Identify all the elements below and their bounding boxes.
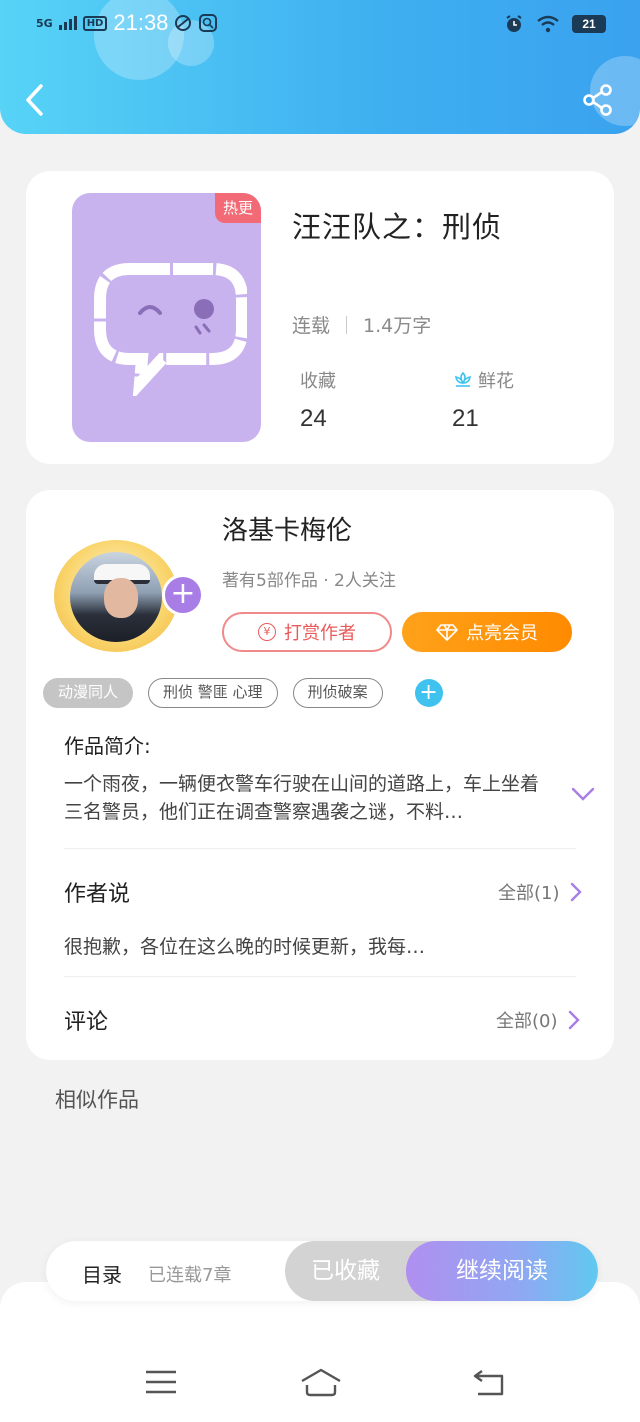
comments-title: 评论 — [64, 1010, 109, 1035]
flowers-label: 鲜花 — [478, 371, 514, 392]
battery-indicator: 21 — [572, 15, 606, 33]
author-says-text[interactable]: 很抱歉，各位在这么晚的时候更新，我每… — [64, 932, 425, 959]
tip-author-button[interactable]: ¥ 打赏作者 — [222, 612, 392, 652]
flower-icon — [455, 371, 471, 387]
book-title: 汪汪队之：刑侦 — [292, 210, 503, 244]
chevron-down-icon[interactable] — [571, 786, 595, 802]
similar-works-title: 相似作品 — [55, 1088, 139, 1112]
author-says-title: 作者说 — [64, 882, 131, 907]
home-icon[interactable] — [300, 1367, 342, 1397]
app-notification-icon — [175, 15, 192, 31]
avatar-photo — [70, 552, 162, 642]
chapter-count: 已连载7章 — [148, 1265, 232, 1286]
network-type: 5G — [36, 16, 53, 30]
author-card: + 洛基卡梅伦 著有5部作品 · 2人关注 ¥ 打赏作者 点亮会员 动漫同人 刑… — [26, 490, 614, 1060]
follow-author-button[interactable]: + — [162, 574, 204, 616]
chevron-right-icon — [570, 882, 582, 902]
yen-icon: ¥ — [258, 623, 276, 641]
share-icon — [583, 84, 612, 116]
serial-status: 连载 — [292, 315, 331, 337]
divider — [346, 315, 348, 334]
author-meta: 著有5部作品 · 2人关注 — [222, 571, 396, 591]
divider — [64, 848, 576, 849]
back-arrow-icon — [26, 84, 43, 116]
wifi-icon — [537, 15, 559, 33]
activate-vip-label: 点亮会员 — [466, 623, 538, 644]
back-button[interactable] — [22, 82, 50, 118]
bottom-panel — [0, 1282, 640, 1422]
diamond-icon — [436, 624, 458, 641]
back-icon[interactable] — [472, 1367, 506, 1397]
intro-title: 作品简介: — [64, 734, 151, 758]
status-bar: 5G HD 21:38 21 — [0, 0, 640, 50]
favorites-stat: 收藏 24 — [300, 367, 336, 433]
search-app-icon — [199, 14, 218, 32]
tag-item[interactable]: 动漫同人 — [43, 678, 134, 708]
hot-update-badge: 热更 — [214, 193, 261, 223]
author-avatar[interactable]: + — [46, 530, 204, 655]
tip-author-label: 打赏作者 — [284, 623, 356, 644]
flowers-stat[interactable]: 鲜花 21 — [452, 367, 514, 433]
book-info-card: 热更 汪汪队之：刑侦 连载 1.4万字 收藏 24 鲜花 21 — [26, 171, 614, 464]
book-cover[interactable]: 热更 — [72, 193, 261, 442]
comments-all-label: 全部(0) — [496, 1011, 558, 1032]
reading-action-bar: 目录 已连载7章 已收藏 继续阅读 — [46, 1241, 598, 1301]
top-header: 5G HD 21:38 21 — [0, 0, 640, 134]
author-says-all-label: 全部(1) — [498, 883, 560, 904]
tag-item[interactable]: 刑侦破案 — [292, 678, 383, 708]
menu-icon[interactable] — [144, 1367, 178, 1397]
favorites-count: 24 — [300, 405, 327, 432]
chevron-right-icon — [568, 1010, 580, 1030]
tag-item[interactable]: 刑侦 警匪 心理 — [148, 678, 278, 708]
favorites-label: 收藏 — [300, 371, 336, 392]
add-tag-button[interactable]: + — [414, 679, 443, 707]
alarm-icon — [506, 15, 522, 32]
author-name[interactable]: 洛基卡梅伦 — [222, 510, 352, 547]
toc-button[interactable]: 目录 — [82, 1259, 122, 1288]
avatar-face — [104, 578, 138, 618]
book-status-row: 连载 1.4万字 — [292, 311, 431, 338]
share-button[interactable] — [580, 82, 616, 118]
word-count: 1.4万字 — [363, 315, 432, 337]
author-says-all-link[interactable]: 全部(1) — [498, 879, 582, 905]
activate-vip-button[interactable]: 点亮会员 — [402, 612, 572, 652]
clock: 21:38 — [113, 10, 169, 35]
avatar-frame — [54, 540, 178, 652]
comments-all-link[interactable]: 全部(0) — [496, 1007, 580, 1033]
tag-list: 动漫同人 刑侦 警匪 心理 刑侦破案 + — [43, 678, 443, 708]
signal-icon — [58, 16, 77, 30]
hd-icon: HD — [82, 15, 108, 31]
continue-reading-button[interactable]: 继续阅读 — [406, 1241, 598, 1301]
flowers-count: 21 — [452, 405, 479, 432]
intro-text: 一个雨夜，一辆便衣警车行驶在山间的道路上，车上坐着三名警员，他们正在调查警察遇袭… — [64, 773, 540, 823]
chat-bubble-icon — [94, 263, 247, 396]
divider — [64, 976, 576, 977]
